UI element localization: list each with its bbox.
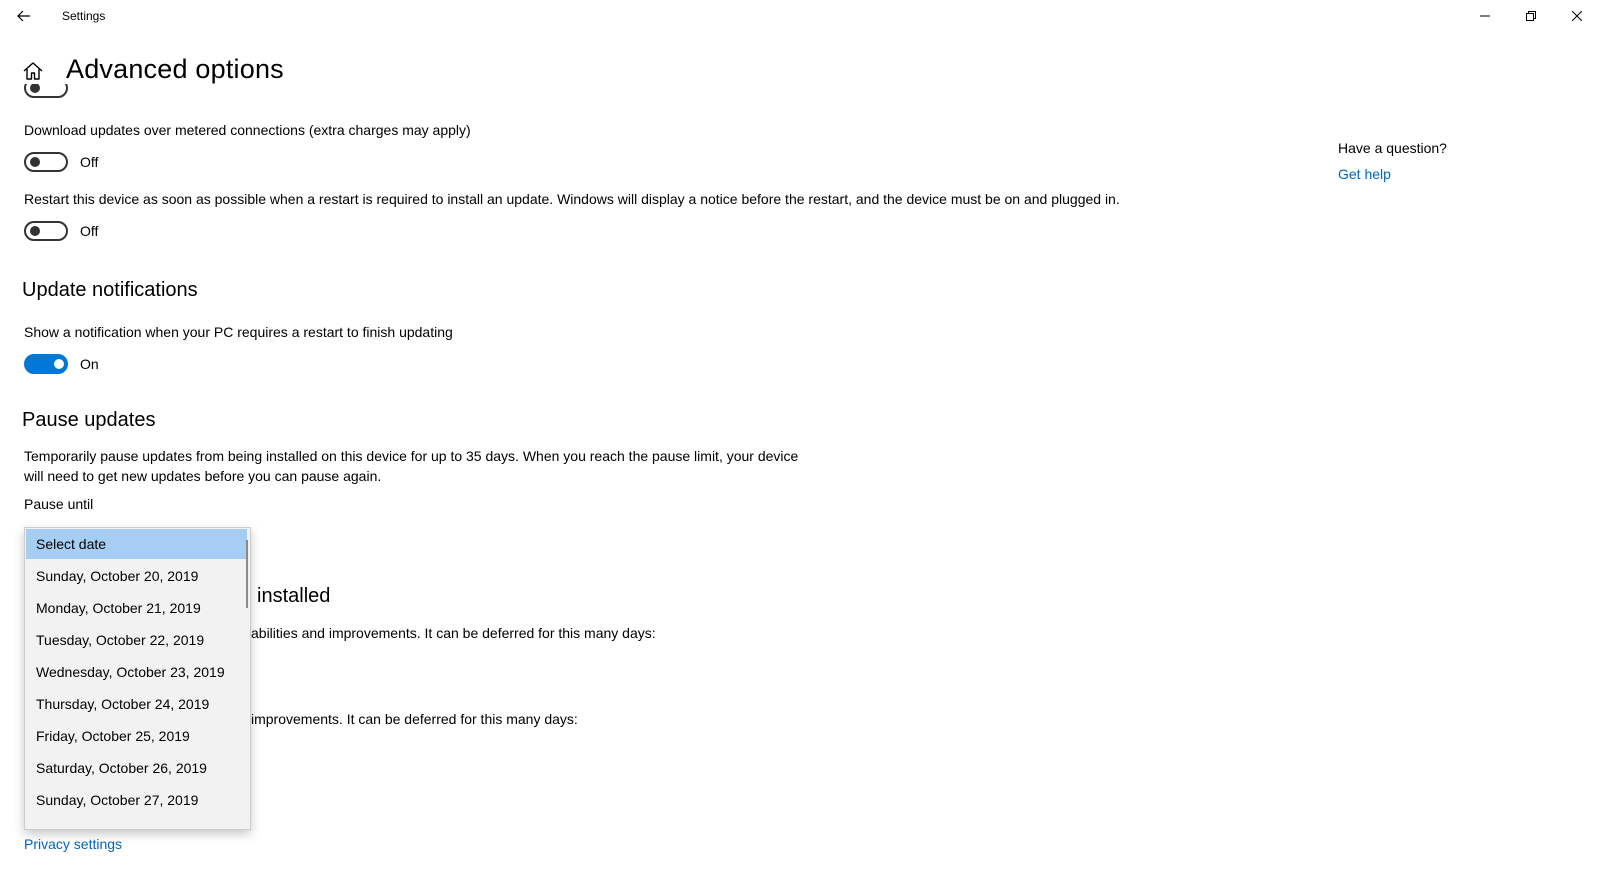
dropdown-option[interactable]: Saturday, October 26, 2019 [26,753,247,783]
privacy-settings-link[interactable]: Privacy settings [24,836,122,852]
restart-toggle-row: Off [24,220,98,242]
pause-updates-description: Temporarily pause updates from being ins… [24,448,799,484]
dropdown-option[interactable]: Sunday, October 27, 2019 [26,785,247,815]
metered-label: Download updates over metered connection… [24,122,471,138]
minimize-icon [1480,15,1490,17]
restore-icon [1526,11,1536,21]
restart-toggle-state: Off [80,223,99,239]
quality-update-text-fragment: improvements. It can be deferred for thi… [251,711,578,727]
home-icon[interactable] [22,60,46,84]
dropdown-option[interactable]: Friday, October 25, 2019 [26,721,247,751]
restore-button[interactable] [1508,0,1554,32]
restart-toggle[interactable] [24,221,68,241]
back-arrow-icon [17,10,30,22]
restart-label: Restart this device as soon as possible … [24,191,1120,207]
dropdown-scrollbar[interactable] [246,540,248,608]
metered-toggle-row: Off [24,151,98,173]
pause-updates-heading: Pause updates [22,409,156,431]
metered-toggle[interactable] [24,152,68,172]
app-title: Settings [62,9,106,23]
feature-update-text-fragment: abilities and improvements. It can be de… [251,625,656,641]
notification-toggle-row: On [24,353,99,375]
page-title: Advanced options [66,54,284,84]
close-button[interactable] [1554,0,1600,32]
obscured-heading-fragment: installed [257,585,331,607]
help-question: Have a question? [1338,140,1447,156]
partial-toggle-track [24,84,68,98]
update-notifications-heading: Update notifications [22,279,198,301]
dropdown-option[interactable]: Monday, October 21, 2019 [26,593,247,623]
help-panel: Have a question? Get help [1338,140,1447,182]
dropdown-option[interactable]: Thursday, October 24, 2019 [26,689,247,719]
close-icon [1572,11,1582,21]
back-button[interactable] [8,2,40,30]
title-bar: Settings [0,0,1600,32]
pause-date-dropdown-list[interactable]: Select date Sunday, October 20, 2019 Mon… [24,527,251,830]
get-help-link[interactable]: Get help [1338,166,1447,182]
metered-toggle-state: Off [80,154,99,170]
dropdown-option[interactable]: Sunday, October 20, 2019 [26,561,247,591]
notification-toggle-state: On [80,356,99,372]
dropdown-option[interactable]: Tuesday, October 22, 2019 [26,625,247,655]
notification-toggle[interactable] [24,354,68,374]
pause-until-label: Pause until [24,496,94,512]
dropdown-option[interactable]: Wednesday, October 23, 2019 [26,657,247,687]
minimize-button[interactable] [1462,0,1508,32]
partial-toggle[interactable] [24,84,68,100]
notification-label: Show a notification when your PC require… [24,324,453,340]
dropdown-option[interactable]: Select date [26,529,247,559]
